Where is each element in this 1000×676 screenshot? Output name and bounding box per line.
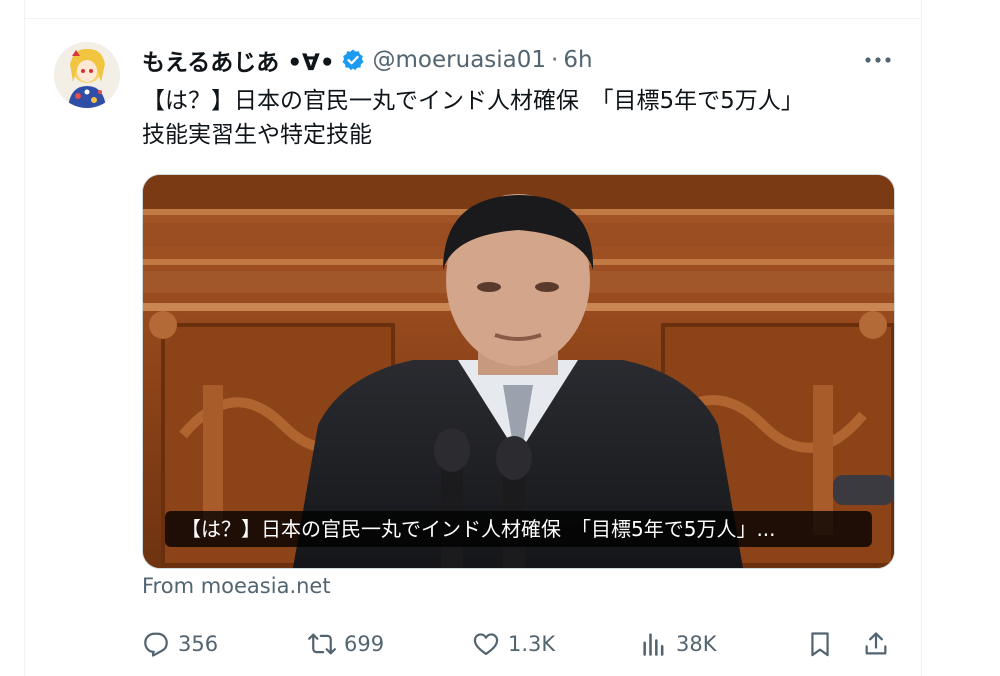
- user-handle[interactable]: @moeruasia01: [373, 47, 547, 73]
- share-icon: [865, 632, 887, 655]
- views-button[interactable]: 38K: [640, 622, 717, 666]
- article-photo: [143, 175, 894, 568]
- bookmark-button[interactable]: [806, 622, 834, 666]
- tweet-header: もえるあじあ •∀• @moeruasia01 · 6h: [142, 42, 593, 78]
- separator-dot: ·: [551, 47, 559, 73]
- repost-count: 699: [344, 632, 385, 656]
- link-preview-card[interactable]: 【は？】日本の官民一丸でインド人材確保 「目標5年で5万人」...: [142, 174, 895, 569]
- views-chart-icon: [643, 633, 664, 656]
- share-button[interactable]: [862, 622, 890, 666]
- repost-icon: [308, 633, 336, 655]
- verified-badge-icon: [341, 48, 365, 72]
- views-count: 38K: [676, 632, 717, 656]
- tweet-text-line-2: 技能実習生や特定技能: [142, 122, 372, 148]
- avatar[interactable]: [54, 42, 120, 108]
- media-caption: 【は？】日本の官民一丸でインド人材確保 「目標5年で5万人」...: [165, 511, 872, 547]
- tweet-actions: 356 699 1.3K 38K: [142, 622, 902, 666]
- heart-icon: [473, 633, 499, 656]
- more-button[interactable]: [860, 44, 896, 76]
- link-source[interactable]: From moeasia.net: [142, 574, 331, 598]
- repost-button[interactable]: 699: [308, 622, 384, 666]
- tweet-text-line-1: 【は？】日本の官民一丸でインド人材確保 「目標5年で5万人」: [142, 88, 804, 114]
- bookmark-icon: [811, 632, 829, 657]
- more-icon: [865, 57, 891, 63]
- tweet-divider: [24, 18, 922, 19]
- reply-icon: [144, 632, 168, 657]
- column-border-right: [921, 0, 922, 676]
- like-button[interactable]: 1.3K: [472, 622, 555, 666]
- column-border-left: [24, 0, 25, 676]
- display-name[interactable]: もえるあじあ •∀•: [142, 43, 335, 77]
- like-count: 1.3K: [508, 632, 556, 656]
- tweet-text: 【は？】日本の官民一丸でインド人材確保 「目標5年で5万人」 技能実習生や特定技…: [142, 84, 902, 152]
- reply-button[interactable]: 356: [142, 622, 218, 666]
- reply-count: 356: [178, 632, 219, 656]
- timestamp[interactable]: 6h: [563, 47, 592, 73]
